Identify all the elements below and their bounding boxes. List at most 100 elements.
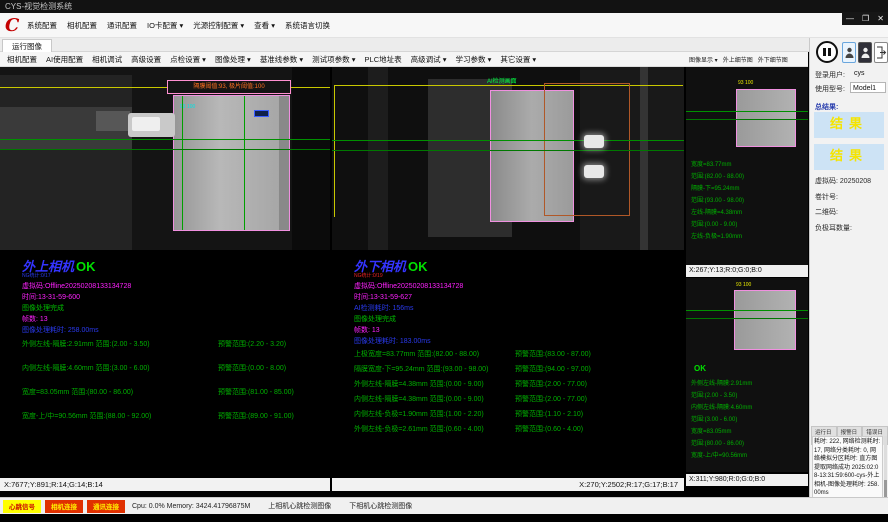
left-camera-image[interactable]: 隔膜阈值:93, 极片阈值:100 93 100 [0,67,330,250]
menu-item[interactable]: 系统语言切换 [285,20,330,31]
toolbar-item[interactable]: 基准线参数 ▾ [260,54,303,65]
roi-marker [254,110,269,117]
detail-strip-item[interactable]: 外下细节图 [758,55,788,64]
needle-number-label: 卷针号: [815,192,838,202]
edge-overlay-line [182,96,183,230]
window-title: CYS-视觉检测系统 [5,2,72,11]
overlay-marks: 93 100 [736,282,751,288]
log-scrollbar[interactable] [884,436,887,498]
qr-code-label: 二维码: [815,207,838,217]
total-result-label: 总结果: [815,102,838,112]
toolbar-item[interactable]: 其它设置 ▾ [500,54,536,65]
measurement-row: 内侧左线-隔膜:4.60mm 范围:(3.00 - 6.00)预警范围:(0.0… [22,360,294,375]
mini-measurements: 外侧左线-隔膜:2.91mm范围:(2.00 - 3.50)内侧左线-隔膜:4.… [691,378,752,462]
menu-item[interactable]: 查看 ▾ [254,20,275,31]
menu-item[interactable]: 通讯配置 [107,20,137,31]
detail-strip-item[interactable]: 外上细节图 [723,55,753,64]
maximize-icon[interactable]: ❐ [862,14,869,23]
measurement-row: 外侧左线-隔膜=4.38mm 范围:(0.00 - 9.00)预警范围:(2.0… [354,376,591,391]
measurement-row: 外侧左线-负极=2.61mm 范围:(0.60 - 4.00)预警范围:(0.6… [354,421,591,436]
measure-overlay-line [0,139,330,140]
info-line: 时间:13-31-59-600 [22,292,131,303]
measure-overlay-line [332,150,684,151]
left-result-panel: 外上相机OK NG统计:0/17 虚拟码:Offline202502081331… [0,250,330,478]
comm-connection-badge: 通讯连接 [87,500,125,513]
left-measurements: 外侧左线-隔膜:2.91mm 范围:(2.00 - 3.50)预警范围:(2.2… [22,336,294,432]
mini-measure-line: 范围:(3.00 - 6.00) [691,414,752,426]
toolbar-item[interactable]: AI使用配置 [46,54,83,65]
info-line: 帧数: 13 [354,325,463,336]
battery-cell-region [736,89,796,147]
menu-items: 系统配置相机配置通讯配置 IO卡配置 ▾ 光源控制配置 ▾ 查看 ▾ 系统语言切换 [27,13,330,37]
menu-item[interactable]: 系统配置 [27,20,57,31]
heartbeat-badge: 心跳信号 [3,500,41,513]
measurement-row: 宽度-上/中=90.56mm 范围:(88.00 - 92.00)预警范围:(8… [22,408,294,423]
ok-status: OK [76,259,96,274]
close-icon[interactable]: ✕ [877,14,884,23]
measure-overlay-line [332,140,684,141]
ng-counter: NG统计:0/19 [354,272,383,279]
mini-measure-line: 左线-负极=1.90mm [691,231,744,243]
measure-overlay-line [686,111,808,112]
cursor-readout-bottom: X:311;Y:980;R:0;G:0;B:0 [686,474,808,486]
edge-overlay-line [244,96,245,230]
menu-item[interactable]: 光源控制配置 ▾ [193,20,244,31]
mini-measure-line: 范围:(82.00 - 88.00) [691,171,744,183]
toolbar-item[interactable]: 高级设置 [131,54,161,65]
machine-structure [368,67,388,250]
negative-tab-count-label: 负极耳数量: [815,223,852,233]
app-logo: C [5,15,19,36]
baseline-overlay-line [334,85,335,217]
ai-view-label: AI检测画面 [487,76,517,85]
user-button-dark[interactable] [858,42,872,63]
ok-status: OK [694,364,706,373]
cursor-readout-left: X:7677;Y:891;R:14;G:14;B:14 [0,478,330,491]
log-output: 耗时: 222, 网络检测耗时: 17, 网络分类耗时: 0, 网络模拟分区耗时… [812,436,883,498]
battery-cell-region [734,290,796,350]
pause-button[interactable] [816,41,838,63]
minimize-icon[interactable]: — [846,14,854,23]
toolbar-item[interactable]: 点检设置 ▾ [170,54,206,65]
mini-measure-line: 内侧左线-隔膜:4.60mm [691,402,752,414]
status-bar: 心跳信号 相机连接 通讯连接 Cpu: 0.0% Memory: 3424.41… [0,497,888,514]
mini-measure-line: 范围:(80.00 - 86.00) [691,438,752,450]
top-camera-heartbeat-link[interactable]: 上相机心跳检测图像 [268,501,331,511]
toolbar: 相机配置 AI使用配置相机调试高级设置点检设置 ▾ 图像处理 ▾ 基准线参数 ▾ 测试项… [0,52,686,67]
machine-structure [0,75,132,250]
middle-result-panel: 外下相机OK NG统计:0/19 虚拟码:Offline202502081331… [332,250,684,478]
toolbar-item[interactable]: 相机配置 [7,54,37,65]
info-line: 虚拟码:Offline20250208133134728 [22,281,131,292]
detail-camera-view-top[interactable]: 93 100 宽度=83.77mm范围:(82.00 - 88.00)隔膜-下=… [686,67,808,265]
menu-item[interactable]: 相机配置 [67,20,97,31]
mini-measurements: 宽度=83.77mm范围:(82.00 - 88.00)隔膜-下=95.24mm… [691,159,744,243]
toolbar-item[interactable]: 图像处理 ▾ [215,54,251,65]
bottom-camera-heartbeat-link[interactable]: 下相机心跳检测图像 [349,501,412,511]
user-button-active[interactable] [842,42,856,63]
measure-overlay-line [0,149,330,150]
virtual-code-label: 虚拟码: 20250208 [815,176,871,186]
detail-strip-item[interactable]: 图像显示 ▾ [689,55,718,64]
model-value[interactable]: Model1 [850,82,886,93]
user-icon [861,47,870,59]
info-line: 图像处理完成 [22,303,131,314]
toolbar-item[interactable]: 学习参数 ▾ [455,54,491,65]
login-user-label: 登录用户: [815,70,845,80]
cursor-readout-top: X:267;Y:13;R:0;G:0;B:0 [686,265,808,277]
connector-part [128,113,175,137]
toolbar-item[interactable]: 测试项参数 ▾ [312,54,355,65]
exit-button[interactable] [874,42,888,63]
middle-camera-image[interactable]: AI检测画面 [332,67,684,250]
toolbar-item[interactable]: PLC地址表 [365,54,402,65]
menu-bar: C 系统配置相机配置通讯配置 IO卡配置 ▾ 光源控制配置 ▾ 查看 ▾ 系统语言切换 [0,13,888,38]
mini-measure-line: 宽度=83.05mm [691,426,752,438]
middle-measurements: 上极宽度=83.77mm 范围:(82.00 - 88.00)预警范围:(83.… [354,346,591,436]
mini-measure-line: 隔膜-下=95.24mm [691,183,744,195]
mini-measure-line: 左线-隔膜=4.38mm [691,207,744,219]
detail-camera-view-bottom[interactable]: 93 100 OK 外侧左线-隔膜:2.91mm范围:(2.00 - 3.50)… [686,278,808,472]
tab-run-image[interactable]: 运行图像 [2,39,52,53]
bright-tab-region [584,135,604,148]
camera-connection-badge: 相机连接 [45,500,83,513]
menu-item[interactable]: IO卡配置 ▾ [147,20,183,31]
toolbar-item[interactable]: 相机调试 [92,54,122,65]
toolbar-item[interactable]: 高级调试 ▾ [411,54,447,65]
